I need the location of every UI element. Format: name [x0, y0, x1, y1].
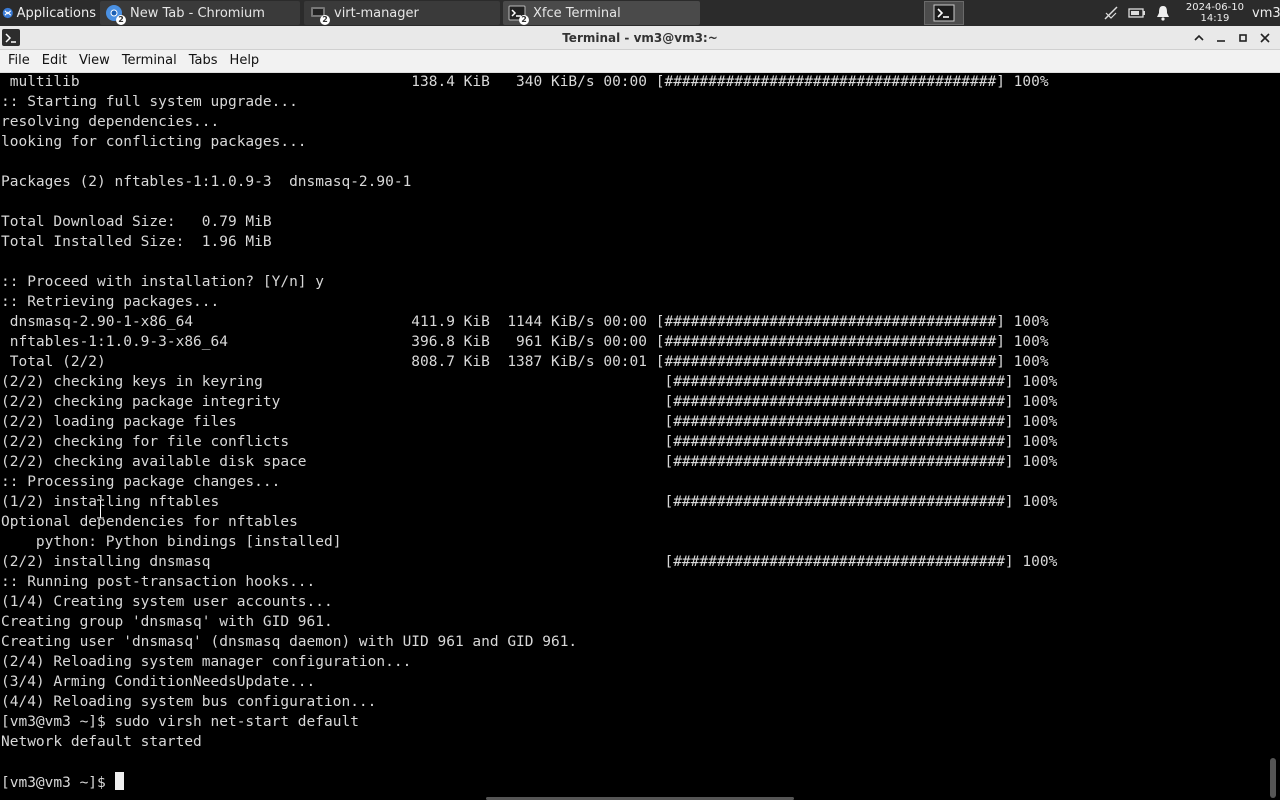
terminal-line: :: Processing package changes... [1, 474, 281, 490]
terminal-launcher-button[interactable] [924, 1, 964, 25]
terminal-line: Optional dependencies for nftables [1, 514, 298, 530]
terminal-line: multilib 138.4 KiB 340 KiB/s 00:00 [####… [1, 74, 1049, 90]
terminal-line: Total Download Size: 0.79 MiB [1, 214, 272, 230]
text-cursor-icon [97, 499, 104, 519]
terminal-line: Total Installed Size: 1.96 MiB [1, 234, 272, 250]
window-titlebar[interactable]: Terminal - vm3@vm3:~ [0, 26, 1280, 50]
applications-menu-button[interactable]: Applications [0, 0, 96, 26]
terminal-line: (4/4) Reloading system bus configuration… [1, 694, 377, 710]
user-menu[interactable]: vm3 [1252, 6, 1280, 21]
taskbar-item-virt-manager[interactable]: 2 virt-manager [304, 1, 500, 25]
terminal-output-area[interactable]: multilib 138.4 KiB 340 KiB/s 00:00 [####… [0, 74, 1266, 800]
maximize-up-button[interactable] [1188, 28, 1210, 48]
taskbar-item-chromium[interactable]: 2 New Tab - Chromium [100, 1, 300, 25]
virt-manager-icon: 2 [308, 3, 330, 25]
vertical-scrollbar[interactable] [1266, 74, 1280, 800]
terminal-line: Packages (2) nftables-1:1.0.9-3 dnsmasq-… [1, 174, 412, 190]
terminal-line: (1/2) installing nftables [#############… [1, 494, 1058, 510]
terminal-line: Creating user 'dnsmasq' (dnsmasq daemon)… [1, 634, 578, 650]
clock-time: 14:19 [1200, 13, 1230, 24]
taskbar-item-label: virt-manager [334, 5, 419, 21]
menu-edit[interactable]: Edit [36, 50, 73, 72]
restore-icon [1239, 34, 1247, 42]
menubar: File Edit View Terminal Tabs Help [0, 50, 1280, 73]
close-button[interactable] [1254, 28, 1276, 48]
terminal-line: (2/2) loading package files [###########… [1, 414, 1058, 430]
close-icon [1260, 33, 1270, 43]
applications-label: Applications [16, 5, 96, 21]
chromium-icon: 2 [104, 3, 126, 25]
terminal-line: :: Proceed with installation? [Y/n] y [1, 274, 325, 290]
terminal-line: Creating group 'dnsmasq' with GID 961. [1, 614, 333, 630]
panel-clock[interactable]: 2024-06-10 14:19 [1186, 2, 1244, 24]
terminal-line: looking for conflicting packages... [1, 134, 307, 150]
terminal-line: Total (2/2) 808.7 KiB 1387 KiB/s 00:01 [… [1, 354, 1049, 370]
xfce-logo-icon [2, 7, 13, 19]
window-title: Terminal - vm3@vm3:~ [562, 30, 718, 45]
terminal-line: (2/2) checking package integrity [######… [1, 394, 1058, 410]
terminal-line: dnsmasq-2.90-1-x86_64 411.9 KiB 1144 KiB… [1, 314, 1049, 330]
taskbar-item-label: New Tab - Chromium [130, 5, 265, 21]
terminal-line: resolving dependencies... [1, 114, 220, 130]
terminal-line: (2/4) Reloading system manager configura… [1, 654, 412, 670]
terminal-line: (2/2) checking keys in keyring [########… [1, 374, 1058, 390]
clock-date: 2024-06-10 [1185, 2, 1244, 13]
terminal-line: :: Running post-transaction hooks... [1, 574, 316, 590]
restore-button[interactable] [1232, 28, 1254, 48]
terminal-launcher-icon [933, 4, 955, 22]
system-tray: 2024-06-10 14:19 vm3 [1098, 0, 1280, 26]
minimize-icon [1217, 40, 1225, 42]
terminal-icon: 2 [507, 3, 529, 25]
terminal-line: Network default started [1, 734, 202, 750]
notification-bell-icon[interactable] [1154, 4, 1172, 22]
terminal-line: (1/4) Creating system user accounts... [1, 594, 333, 610]
chevron-up-icon [1194, 34, 1204, 41]
minimize-button[interactable] [1210, 28, 1232, 48]
terminal-line: python: Python bindings [installed] [1, 534, 342, 550]
battery-icon[interactable] [1128, 4, 1146, 22]
top-panel: Applications 2 New Tab - Chromium 2 virt… [0, 0, 1280, 26]
terminal-cursor [114, 772, 124, 790]
menu-help[interactable]: Help [224, 50, 266, 72]
terminal-prompt: [vm3@vm3 ~]$ [1, 775, 115, 791]
network-disconnected-icon[interactable] [1102, 4, 1120, 22]
terminal-prompt-line[interactable]: [vm3@vm3 ~]$ [1, 772, 1057, 792]
menu-terminal[interactable]: Terminal [116, 50, 183, 72]
terminal-line: (3/4) Arming ConditionNeedsUpdate... [1, 674, 316, 690]
terminal-lines: multilib 138.4 KiB 340 KiB/s 00:00 [####… [1, 74, 1057, 792]
terminal-line: :: Retrieving packages... [1, 294, 220, 310]
menu-view[interactable]: View [73, 50, 116, 72]
terminal-line: (2/2) checking available disk space [###… [1, 454, 1058, 470]
terminal-line: [vm3@vm3 ~]$ sudo virsh net-start defaul… [1, 714, 359, 730]
menu-tabs[interactable]: Tabs [183, 50, 224, 72]
terminal-line: nftables-1:1.0.9-3-x86_64 396.8 KiB 961 … [1, 334, 1049, 350]
terminal-line: (2/2) checking for file conflicts [#####… [1, 434, 1058, 450]
scrollbar-thumb[interactable] [1270, 758, 1276, 798]
terminal-line: :: Starting full system upgrade... [1, 94, 298, 110]
menu-file[interactable]: File [2, 50, 36, 72]
taskbar-item-xfce-terminal[interactable]: 2 Xfce Terminal [503, 1, 700, 25]
taskbar-item-label: Xfce Terminal [533, 5, 621, 21]
terminal-line: (2/2) installing dnsmasq [##############… [1, 554, 1058, 570]
